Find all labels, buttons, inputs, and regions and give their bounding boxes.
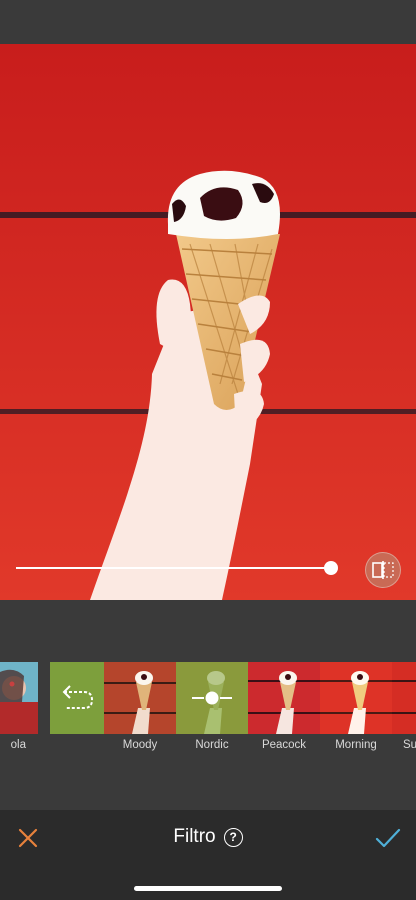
filter-thumb-peacock[interactable] [248,662,320,734]
intensity-slider-thumb[interactable] [324,561,338,575]
top-bar [0,0,416,44]
portrait-thumbnail [0,662,38,734]
photo-canvas [0,44,416,600]
filter-label-moody: Moody [122,739,158,751]
filter-thumb-nordic[interactable] [176,662,248,734]
page-title: Filtro [173,826,216,847]
confirm-button[interactable] [374,826,402,850]
checkmark-icon [375,828,401,848]
compare-icon [372,561,394,579]
adjust-slider-icon [192,691,232,705]
help-icon[interactable]: ? [223,827,243,847]
undo-button[interactable] [50,662,104,734]
filter-label-morning: Morning [335,739,377,751]
compare-button[interactable] [365,552,401,588]
filter-thumb-su[interactable] [392,662,416,734]
filter-label-nordic: Nordic [195,739,229,751]
undo-icon [62,685,94,709]
filter-thumb-moody[interactable] [104,662,176,734]
filter-thumb-ola[interactable] [0,662,38,734]
filter-label-ola: ola [10,739,26,751]
intensity-slider-track[interactable] [16,567,332,569]
home-indicator [134,886,282,891]
title-group: Filtro ? [0,826,416,848]
filter-label-su: Su [403,739,416,751]
filter-thumb-morning[interactable] [320,662,392,734]
filter-label-peacock: Peacock [261,739,307,751]
